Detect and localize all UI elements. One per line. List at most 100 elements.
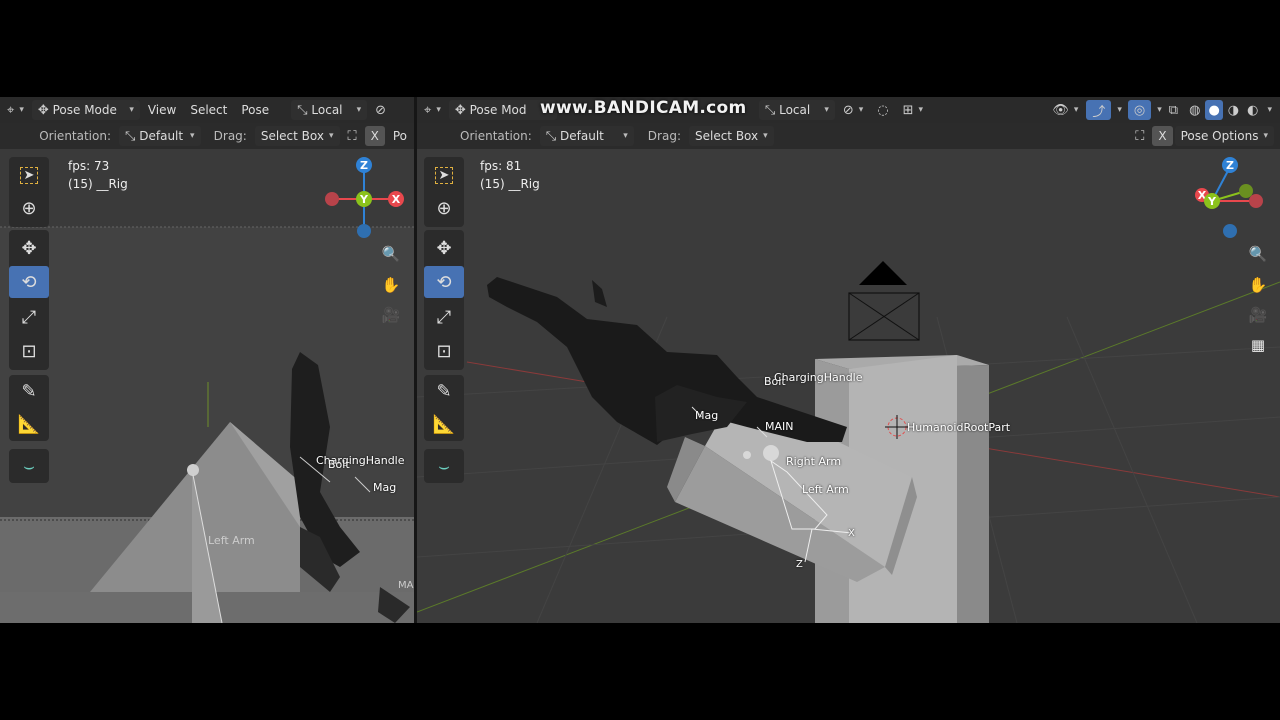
snap-grid-icon: ⊞ (902, 102, 914, 118)
annotate-tool[interactable]: ✎ (424, 375, 464, 407)
transform-orientation-dropdown[interactable]: ⤡ Local ▾ (291, 100, 368, 120)
xray-icon: ⧉ (1168, 102, 1179, 118)
rotate-tool[interactable]: ⟲ (9, 266, 49, 298)
visibility-dropdown[interactable]: 👁 ▾ (1046, 100, 1084, 120)
bone-right-arm[interactable]: Right Arm (786, 455, 841, 468)
pose-options-cut[interactable]: Po (387, 126, 413, 146)
bone-size-tool[interactable]: ⌣ (9, 450, 49, 482)
solid-sphere-icon: ● (1208, 102, 1220, 118)
left-navigation-gizmo[interactable]: Z X Y (322, 155, 412, 245)
move-icon: ✥ (436, 237, 452, 259)
select-box-tool[interactable]: ➤ (9, 159, 49, 191)
pose-options-dropdown[interactable]: Pose Options ▾ (1174, 126, 1274, 146)
bone-bolt[interactable]: Bolt (328, 458, 350, 471)
rotate-tool[interactable]: ⟲ (424, 266, 464, 298)
scale-tool[interactable]: ⤢ (9, 301, 49, 333)
drag-dropdown[interactable]: Select Box ▾ (254, 126, 340, 146)
bone-charging-handle[interactable]: ChargingHandle (774, 371, 863, 384)
move-tool[interactable]: ✥ (424, 232, 464, 264)
snap-icon[interactable]: ⛶ (342, 126, 363, 146)
shading-rendered[interactable]: ◐ (1244, 100, 1261, 120)
left-viewport[interactable]: ⌖ ▾ ✥ Pose Mode ▾ View Select Pose ⤡ Local… (0, 97, 414, 623)
measure-tool[interactable]: 📐 (9, 408, 49, 440)
menu-view[interactable]: View (142, 100, 182, 120)
right-toolbar-select-group: ➤ ⊕ (424, 157, 464, 227)
select-box-tool[interactable]: ➤ (424, 159, 464, 191)
annotate-tool[interactable]: ✎ (9, 375, 49, 407)
gizmo-y-negative[interactable] (1239, 184, 1253, 198)
orientation-dropdown[interactable]: ⤡ Default ▾ (119, 126, 201, 146)
pivot-dropdown[interactable]: ⊘ ▾ (837, 100, 869, 120)
bone-left-arm[interactable]: Left Arm (802, 483, 849, 496)
chevron-down-icon: ▾ (129, 105, 134, 115)
pivot-icon: ⊘ (842, 102, 854, 118)
drag-label: Drag: (213, 129, 247, 143)
chevron-down-icon: ▾ (824, 105, 829, 115)
pivot-dropdown[interactable]: ⊘ (369, 100, 392, 120)
cursor-tool[interactable]: ⊕ (9, 192, 49, 224)
bone-left-arm[interactable]: Left Arm (208, 534, 255, 547)
editor-type-button[interactable]: ⌖ ▾ (1, 100, 30, 120)
zoom-icon[interactable]: 🔍 (378, 241, 404, 267)
move-icon: ✥ (21, 237, 37, 259)
bone-humanoid-root-part[interactable]: HumanoidRootPart (907, 421, 1010, 434)
shading-wireframe[interactable]: ◍ (1186, 100, 1203, 120)
chevron-down-icon: ▾ (1263, 131, 1268, 141)
transform-orientation-dropdown[interactable]: ⤡ Local ▾ (758, 100, 835, 120)
transform-tool[interactable]: ⊡ (424, 335, 464, 367)
scale-tool[interactable]: ⤢ (424, 301, 464, 333)
bone-mag[interactable]: Mag (695, 409, 718, 422)
x-mirror-button[interactable]: X (1152, 126, 1173, 146)
right-navigation-gizmo[interactable]: Z X Y (1192, 155, 1272, 245)
camera-icon[interactable]: 🎥 (1245, 302, 1271, 328)
menu-select[interactable]: Select (184, 100, 233, 120)
camera-icon[interactable]: 🎥 (378, 302, 404, 328)
pivot-icon: ⊘ (375, 102, 387, 118)
pan-hand-icon[interactable]: ✋ (1245, 272, 1271, 298)
shading-solid[interactable]: ● (1205, 100, 1223, 120)
xray-toggle[interactable]: ⧉ (1163, 100, 1184, 120)
move-tool[interactable]: ✥ (9, 232, 49, 264)
bone-curve-icon: ⌣ (438, 455, 450, 477)
right-toolbar-pose-group: ⌣ (424, 449, 464, 483)
snap-options-dropdown[interactable]: ⊞ ▾ (897, 100, 929, 120)
pose-options-label: Pose Options (1180, 129, 1259, 143)
active-object: (15) __Rig (68, 177, 128, 191)
measure-tool[interactable]: 📐 (424, 408, 464, 440)
cursor-tool[interactable]: ⊕ (424, 192, 464, 224)
cursor-icon: ⊕ (21, 197, 37, 219)
right-viewport[interactable]: ⌖ ▾ ✥ Pose Mod ⤡ Local ▾ ⊘ ▾ ◌ ⊞ ▾ 👁 ▾ ⤴ ▾ ◎ ▾ … (417, 97, 1280, 623)
chevron-down-icon: ▾ (1117, 105, 1122, 115)
chevron-down-icon[interactable]: ▾ (1267, 105, 1272, 115)
proportional-editing-button[interactable]: ◌ (871, 100, 894, 120)
drag-dropdown[interactable]: Select Box ▾ (688, 126, 774, 146)
x-mirror-button[interactable]: X (364, 126, 385, 146)
grid-perspective-icon[interactable]: ▦ (1245, 332, 1271, 358)
active-object: (15) __Rig (480, 177, 540, 191)
bandicam-watermark: www.BANDICAM.com (540, 98, 747, 118)
select-box-icon: ➤ (434, 166, 454, 184)
gizmo-z-negative[interactable] (1223, 224, 1237, 238)
menu-pose[interactable]: Pose (235, 100, 275, 120)
overlays-toggle[interactable]: ◎ (1127, 100, 1152, 120)
gizmo-toggle[interactable]: ⤴ (1086, 100, 1112, 120)
bone-main-cut[interactable]: MA (398, 580, 413, 591)
bone-size-tool[interactable]: ⌣ (424, 450, 464, 482)
orientation-dropdown[interactable]: ⤡ Default ▾ (539, 126, 634, 146)
shading-material[interactable]: ◑ (1225, 100, 1242, 120)
editor-type-button[interactable]: ⌖ ▾ (418, 100, 447, 120)
bone-mag[interactable]: Mag (373, 481, 396, 494)
bone-axis-x: X (848, 528, 855, 539)
snap-icon[interactable]: ⛶ (1129, 126, 1150, 146)
bone-main[interactable]: MAIN (765, 420, 794, 433)
mode-dropdown[interactable]: ✥ Pose Mode ▾ (31, 100, 140, 120)
gizmo-x-negative[interactable] (1249, 194, 1263, 208)
gizmo-y-label: Y (359, 193, 369, 206)
transform-tool[interactable]: ⊡ (9, 335, 49, 367)
gizmo-x-negative[interactable] (325, 192, 339, 206)
orientation-value: Default (560, 129, 604, 143)
orientation-label: Orientation: (460, 129, 532, 143)
zoom-icon[interactable]: 🔍 (1245, 241, 1271, 267)
gizmo-z-negative[interactable] (357, 224, 371, 238)
pan-hand-icon[interactable]: ✋ (378, 272, 404, 298)
